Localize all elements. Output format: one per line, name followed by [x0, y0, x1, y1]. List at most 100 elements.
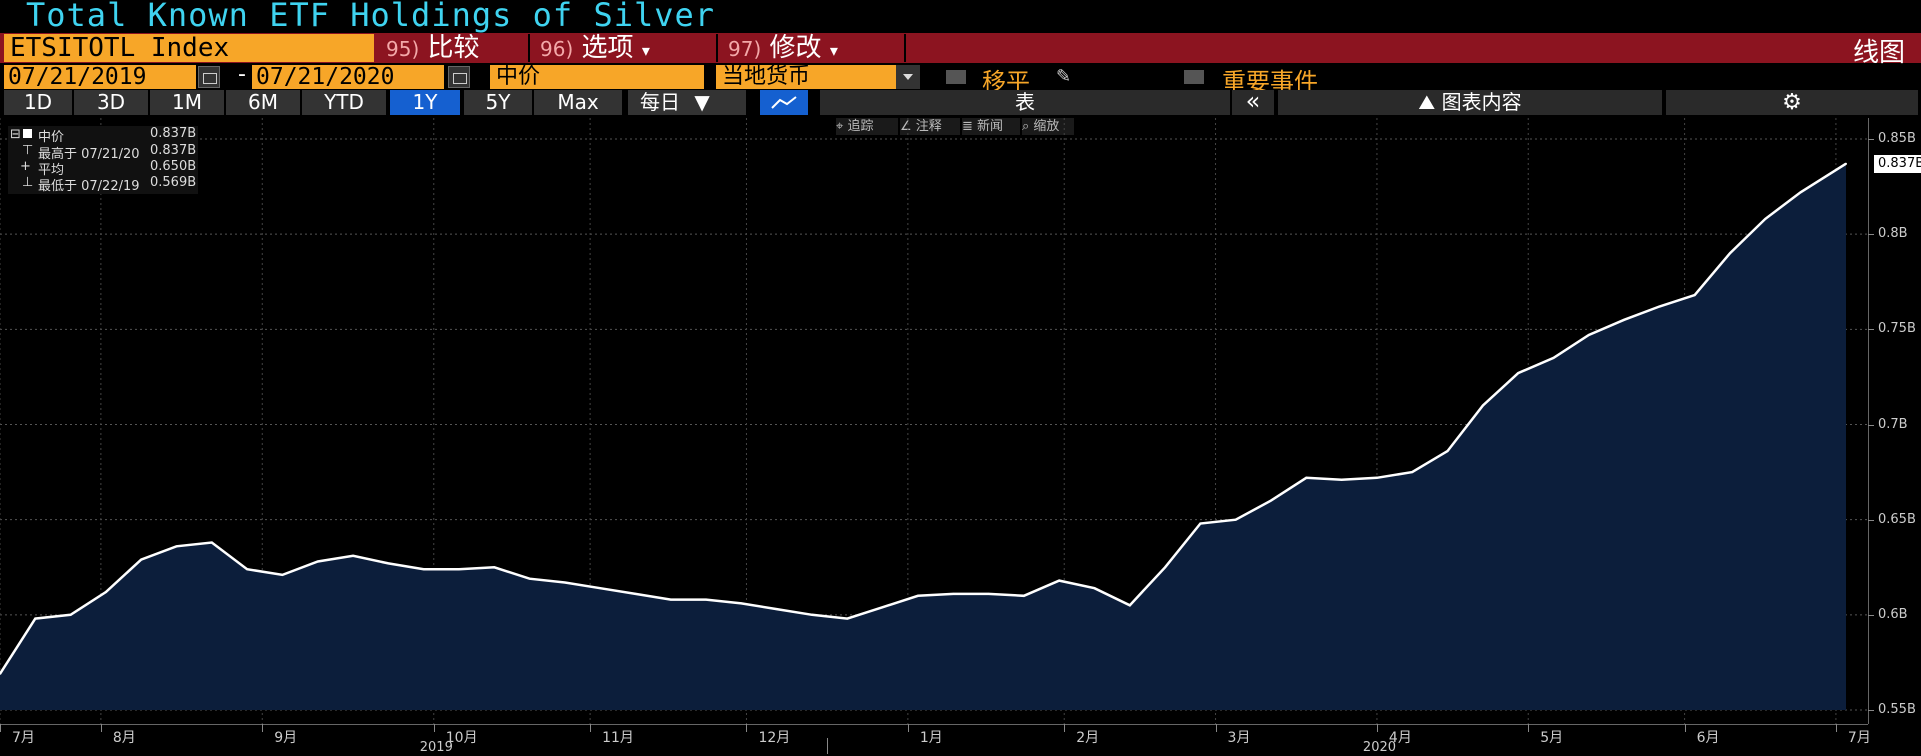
year-separator — [827, 738, 829, 754]
ticker-field[interactable]: ETSITOTL Index — [4, 34, 374, 62]
y-tick-label: 0.55B — [1878, 702, 1916, 717]
calendar-icon[interactable] — [448, 66, 470, 88]
data-point — [987, 592, 990, 595]
end-date-input[interactable]: 07/21/2020 — [252, 65, 444, 89]
data-point — [1270, 499, 1273, 502]
y-tick — [1868, 710, 1874, 711]
x-tick-label: 1月 — [919, 730, 943, 746]
period-3d[interactable]: 3D — [74, 90, 150, 115]
compare-button[interactable]: 95) 比较 — [378, 34, 530, 62]
data-point — [104, 590, 107, 593]
x-tick-label: 8月 — [112, 730, 136, 746]
data-point — [1693, 294, 1696, 297]
data-point — [1623, 318, 1626, 321]
calendar-icon[interactable] — [198, 66, 220, 88]
data-point — [634, 592, 637, 595]
data-point — [1199, 522, 1202, 525]
data-point — [881, 606, 884, 609]
period-max[interactable]: Max — [534, 90, 624, 115]
compare-label: 比较 — [427, 33, 480, 63]
series-area — [0, 163, 1846, 710]
data-point — [387, 562, 390, 565]
data-point — [1234, 518, 1237, 521]
y-axis — [1868, 118, 1869, 724]
last-value-label: 0.837B — [1874, 155, 1921, 173]
x-tick — [1835, 724, 1837, 732]
chart-plot-area[interactable] — [0, 118, 1868, 724]
data-point — [316, 560, 319, 563]
chart-legend: ⊟ 中价 0.837B ⊤ 最高于 07/21/20 0.837B + 平均 0… — [8, 126, 198, 194]
chart-content-label: 图表内容 — [1441, 90, 1522, 114]
legend-series-value: 0.837B — [150, 126, 197, 141]
pencil-icon[interactable]: ✎ — [1056, 66, 1084, 87]
modify-label: 修改 — [769, 33, 822, 63]
frequency-select[interactable]: 每日 ▼ — [628, 90, 748, 115]
legend-avg-value: 0.650B — [150, 159, 197, 174]
data-point — [352, 554, 355, 557]
period-6m[interactable]: 6M — [226, 90, 302, 115]
start-date-input[interactable]: 07/21/2019 — [4, 65, 196, 89]
modify-button[interactable]: 97) 修改 ▾ — [720, 34, 906, 62]
data-point — [1128, 604, 1131, 607]
legend-high-value: 0.837B — [150, 143, 197, 158]
y-tick-label: 0.75B — [1878, 321, 1916, 337]
currency-select[interactable]: 当地货币 — [716, 65, 896, 89]
data-point — [1799, 191, 1802, 194]
data-point — [1517, 372, 1520, 375]
average-marker-icon: + — [20, 159, 31, 174]
data-point — [1411, 471, 1414, 474]
data-point — [669, 598, 672, 601]
low-marker-icon: ⊥ — [22, 175, 34, 190]
period-1d[interactable]: 1D — [4, 90, 74, 115]
data-point — [563, 581, 566, 584]
data-point — [1305, 476, 1308, 479]
x-tick-label: 2月 — [1076, 730, 1100, 746]
data-point — [1446, 450, 1449, 453]
options-button[interactable]: 96) 选项 ▾ — [532, 34, 718, 62]
data-point — [916, 594, 919, 597]
data-point — [34, 617, 37, 620]
period-1y[interactable]: 1Y — [390, 90, 462, 115]
chevron-down-icon[interactable] — [896, 65, 920, 89]
x-tick — [1376, 724, 1378, 732]
data-point — [422, 568, 425, 571]
period-ytd[interactable]: YTD — [302, 90, 388, 115]
year-label: 2020 — [1362, 740, 1397, 755]
frequency-label: 每日 — [640, 90, 680, 114]
legend-series-marker: ⊟ — [10, 127, 32, 142]
data-point — [1845, 162, 1847, 165]
data-point — [1728, 252, 1731, 255]
data-point — [493, 566, 496, 569]
year-label: 2019 — [419, 740, 453, 755]
x-tick-label: 5月 — [1540, 730, 1564, 746]
x-tick-label: 3月 — [1227, 730, 1251, 746]
collapse-button[interactable]: « — [1232, 89, 1274, 115]
period-5y[interactable]: 5Y — [464, 90, 534, 115]
x-tick — [1064, 724, 1066, 732]
x-tick — [100, 724, 102, 732]
key-events-checkbox[interactable] — [1184, 70, 1204, 84]
options-number: 96) — [540, 37, 574, 61]
modify-number: 97) — [728, 37, 762, 61]
table-label: 表 — [1015, 90, 1035, 114]
y-tick — [1868, 519, 1874, 521]
chart-content-button[interactable]: ⛰ 图表内容 — [1278, 90, 1662, 115]
line-chart-button[interactable] — [760, 90, 808, 115]
data-point — [1022, 594, 1025, 597]
data-point — [1093, 587, 1096, 590]
y-tick — [1868, 329, 1874, 331]
data-point — [1552, 356, 1555, 359]
moving-average-checkbox[interactable] — [946, 70, 966, 84]
data-point — [175, 545, 178, 548]
period-1m[interactable]: 1M — [150, 90, 226, 115]
table-button[interactable]: 表 — [820, 90, 1230, 115]
gear-icon[interactable]: ⚙ — [1666, 90, 1918, 115]
caret-down-icon: ▼ — [694, 90, 710, 114]
data-point — [1587, 334, 1590, 337]
price-field-select[interactable]: 中价 — [490, 65, 704, 89]
high-marker-icon: ⊤ — [22, 143, 34, 158]
y-tick-label: 0.6B — [1878, 606, 1908, 622]
data-point — [1481, 404, 1484, 407]
options-label: 选项 — [581, 33, 634, 63]
line-chart-icon — [771, 96, 797, 109]
